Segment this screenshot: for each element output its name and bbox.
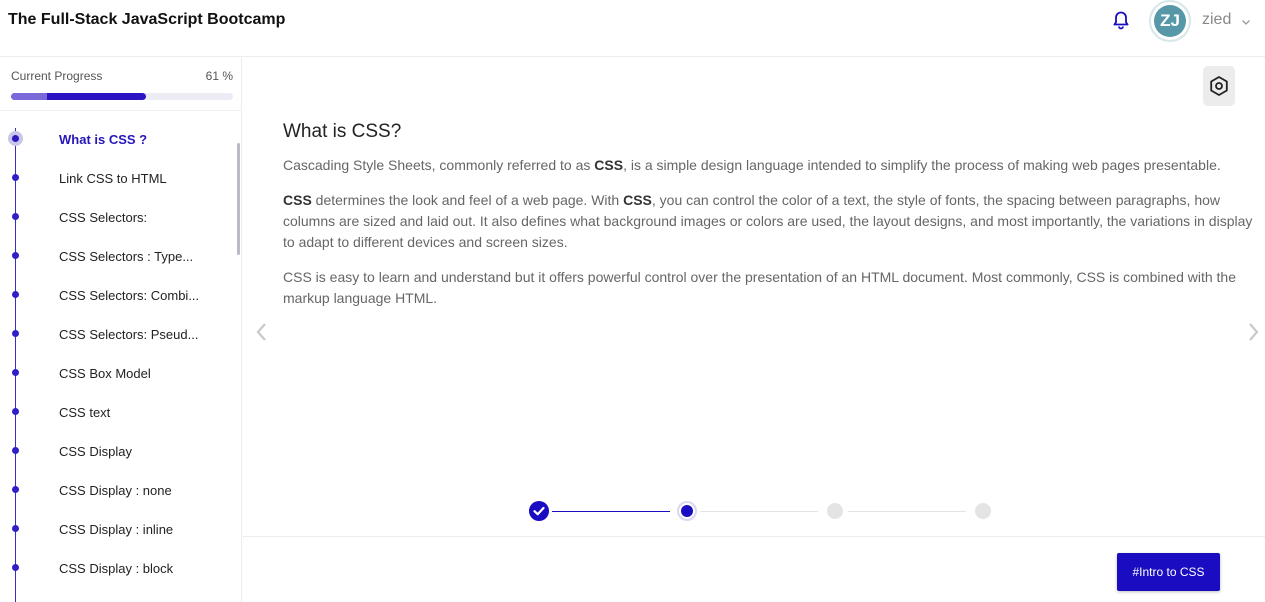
lesson-paragraph: CSS determines the look and feel of a we… bbox=[283, 190, 1255, 253]
sidebar-scrollbar[interactable] bbox=[237, 143, 240, 255]
lesson-label: CSS Selectors: Combi... bbox=[59, 288, 200, 303]
course-title: The Full-Stack JavaScript Bootcamp bbox=[8, 11, 286, 28]
timeline-dot bbox=[12, 135, 19, 142]
step-completed-check-icon[interactable] bbox=[529, 501, 549, 521]
intro-to-css-button[interactable]: #Intro to CSS bbox=[1117, 553, 1220, 591]
lesson-label: CSS Display bbox=[59, 444, 132, 459]
sidebar-lesson-item[interactable]: CSS Display : block bbox=[0, 550, 236, 589]
sidebar-lesson-item[interactable]: CSS Display : inline bbox=[0, 511, 236, 550]
sidebar-lesson-item[interactable]: CSS Selectors: bbox=[0, 199, 236, 238]
footer-divider bbox=[243, 536, 1265, 537]
lesson-label: CSS Selectors: bbox=[59, 210, 148, 225]
timeline-dot bbox=[12, 213, 19, 220]
timeline-dot bbox=[12, 252, 19, 259]
settings-button[interactable] bbox=[1203, 66, 1235, 106]
top-header: The Full-Stack JavaScript Bootcamp ZJ zi… bbox=[0, 0, 1265, 57]
sidebar-lesson-item[interactable]: What is CSS ? bbox=[0, 121, 236, 160]
sidebar-lesson-item[interactable]: CSS text bbox=[0, 394, 236, 433]
lesson-label: CSS Selectors: Pseud... bbox=[59, 327, 199, 342]
lesson-label: CSS text bbox=[59, 405, 111, 420]
sidebar-lesson-item[interactable]: CSS Selectors : Type... bbox=[0, 238, 236, 277]
avatar-initials: ZJ bbox=[1154, 5, 1186, 37]
lesson-label: CSS Box Model bbox=[59, 366, 151, 381]
chevron-down-icon[interactable] bbox=[1241, 14, 1251, 25]
timeline-dot bbox=[12, 447, 19, 454]
sidebar-lesson-item[interactable]: Link CSS to HTML bbox=[0, 160, 236, 199]
step-upcoming[interactable] bbox=[975, 503, 991, 519]
timeline-dot bbox=[12, 486, 19, 493]
sidebar-lesson-item[interactable]: CSS Box Model bbox=[0, 355, 236, 394]
sidebar-lesson-item[interactable]: CSS Display : none bbox=[0, 472, 236, 511]
lesson-label: What is CSS ? bbox=[59, 132, 148, 147]
timeline-dot bbox=[12, 174, 19, 181]
gear-icon bbox=[1210, 76, 1228, 96]
lesson-paragraph: Cascading Style Sheets, commonly referre… bbox=[283, 155, 1255, 176]
step-upcoming[interactable] bbox=[827, 503, 843, 519]
paragraph-text: , is a simple design language intended t… bbox=[623, 157, 1221, 173]
avatar[interactable]: ZJ bbox=[1149, 0, 1191, 42]
timeline-dot bbox=[12, 291, 19, 298]
timeline-dot bbox=[12, 564, 19, 571]
sidebar-lesson-item[interactable]: CSS Selectors: Pseud... bbox=[0, 316, 236, 355]
bold-term: CSS bbox=[594, 157, 624, 173]
progress-percent: 61 % bbox=[205, 69, 233, 83]
timeline-dot bbox=[12, 330, 19, 337]
paragraph-text: CSS is easy to learn and understand but … bbox=[283, 269, 1236, 306]
lesson-label: CSS Display : inline bbox=[59, 522, 174, 537]
timeline-dot bbox=[12, 525, 19, 532]
chevron-right-icon[interactable] bbox=[1247, 321, 1261, 343]
paragraph-text: Cascading Style Sheets, commonly referre… bbox=[283, 157, 595, 173]
lesson-label: Link CSS to HTML bbox=[59, 171, 167, 186]
lesson-title: What is CSS? bbox=[283, 121, 402, 142]
bold-term: CSS bbox=[623, 192, 652, 208]
lesson-label: CSS Display : block bbox=[59, 561, 174, 576]
lesson-sidebar: Current Progress 61 % What is CSS ? Link … bbox=[0, 58, 242, 602]
lesson-paragraph: CSS is easy to learn and understand but … bbox=[283, 267, 1255, 309]
paragraph-text: determines the look and feel of a web pa… bbox=[311, 192, 624, 208]
bold-term: CSS bbox=[283, 192, 312, 208]
bell-icon[interactable] bbox=[1110, 9, 1132, 31]
progress-bar bbox=[11, 93, 233, 100]
chevron-left-icon[interactable] bbox=[254, 321, 268, 343]
stepper-connector bbox=[848, 511, 966, 512]
sidebar-lesson-item[interactable]: CSS Selectors: Combi... bbox=[0, 277, 236, 316]
progress-label: Current Progress bbox=[11, 69, 103, 83]
progress-bar-highlight bbox=[11, 93, 47, 100]
timeline-dot bbox=[12, 369, 19, 376]
stepper-connector bbox=[552, 511, 670, 512]
step-current[interactable] bbox=[677, 501, 697, 521]
timeline-dot bbox=[12, 408, 19, 415]
lesson-label: CSS Selectors : Type... bbox=[59, 249, 194, 264]
lesson-label: CSS Display : none bbox=[59, 483, 172, 498]
sidebar-divider bbox=[0, 110, 241, 111]
username[interactable]: zied bbox=[1202, 10, 1231, 30]
stepper-connector bbox=[700, 511, 818, 512]
sidebar-lesson-item[interactable]: CSS Display bbox=[0, 433, 236, 472]
